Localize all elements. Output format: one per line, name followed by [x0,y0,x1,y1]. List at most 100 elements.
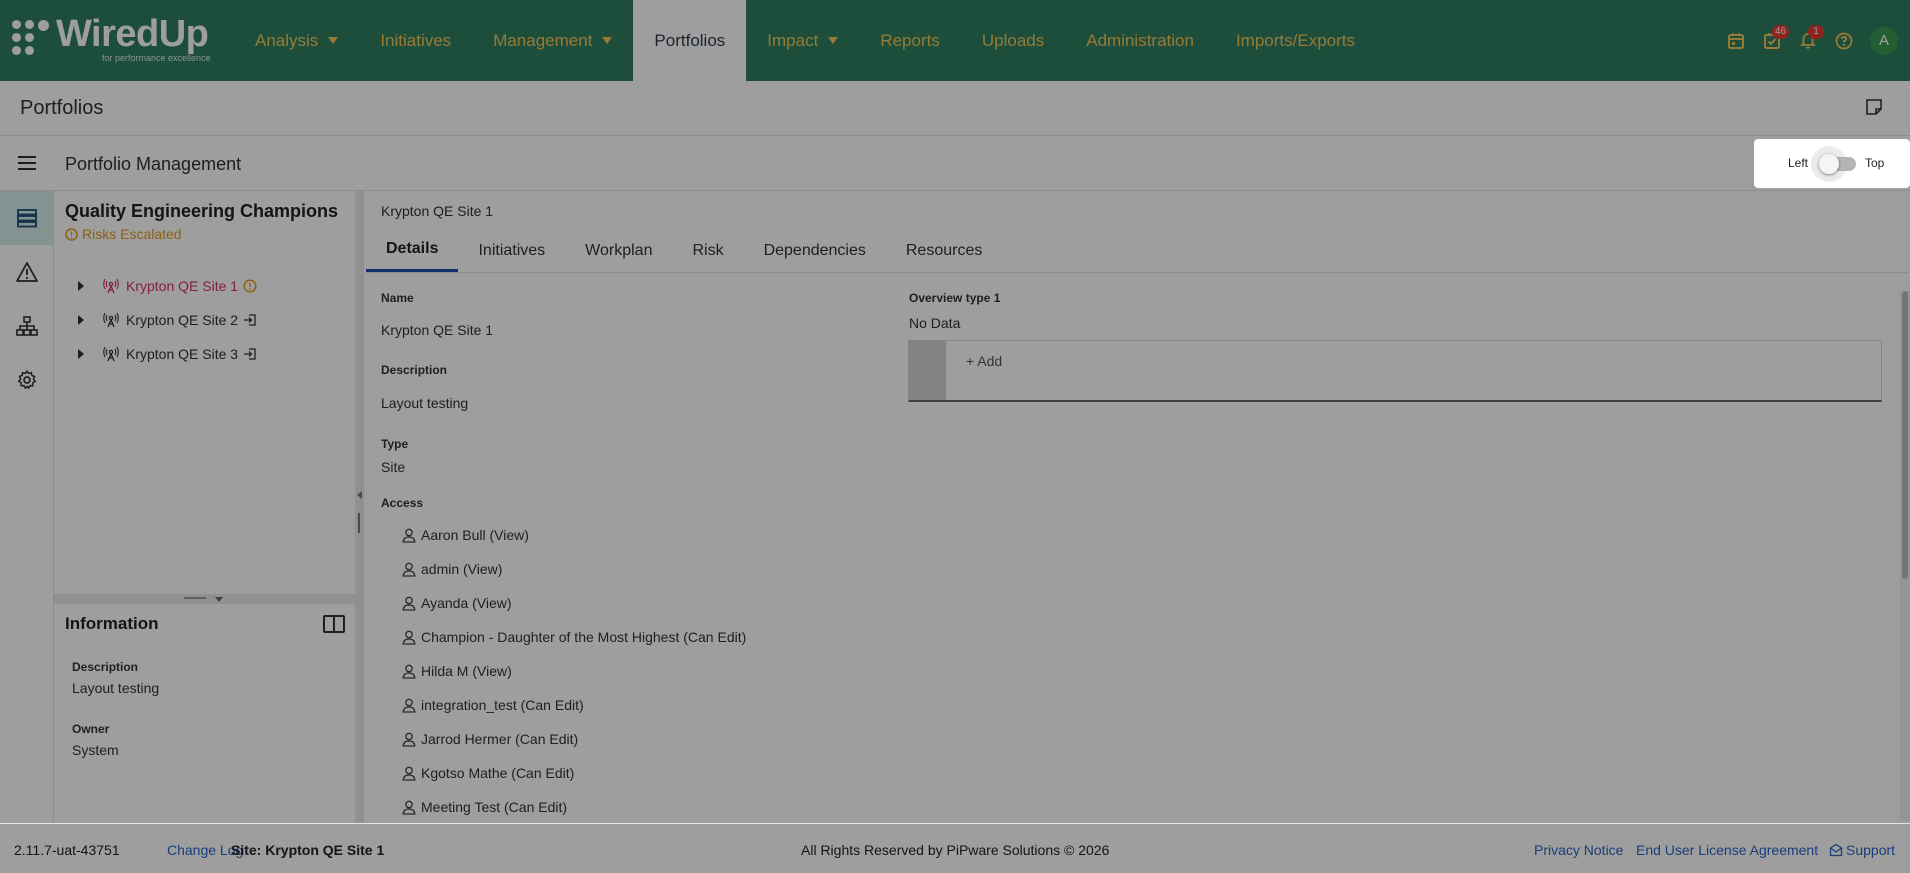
detail-tabs: Details Initiatives Workplan Risk Depend… [366,229,1002,272]
type-value: Site [381,459,406,475]
site-tower-icon [103,312,119,328]
rail-portfolio-button[interactable] [0,191,54,245]
logo-dots-icon [12,20,50,58]
info-description-value: Layout testing [72,680,160,696]
stack-list-icon [17,209,37,228]
nav-reports[interactable]: Reports [859,0,961,81]
user-icon [402,766,416,781]
expand-arrow-icon[interactable] [78,349,84,359]
panel-resize-handle[interactable] [54,594,355,604]
expand-arrow-icon[interactable] [78,315,84,325]
tree-root-title[interactable]: Quality Engineering Champions [65,201,338,222]
hamburger-line [18,156,36,158]
info-description-label: Description [72,660,139,674]
hamburger-line [18,168,36,170]
tab-initiatives[interactable]: Initiatives [458,229,565,272]
portfolio-tree-panel: Quality Engineering Champions Risks Esca… [54,191,355,594]
tasks-button[interactable]: 46 [1754,23,1790,59]
section-title: Portfolio Management [65,154,242,174]
footer-overlay [0,824,1910,873]
grip-icon [184,597,206,599]
user-icon [402,732,416,747]
nav-portfolios[interactable]: Portfolios [633,0,747,81]
top-icon-group: 46 1 A [1718,0,1910,81]
page-title: Portfolios [20,97,104,119]
name-label: Name [381,291,414,305]
expand-arrow-icon[interactable] [78,281,84,291]
page-header: Portfolios [0,81,1910,136]
wiredup-logo[interactable]: WiredUp for performance excellence [12,14,217,66]
user-icon [402,528,416,543]
nav-uploads[interactable]: Uploads [961,0,1065,81]
name-value: Krypton QE Site 1 [381,322,494,338]
tabs-divider [366,272,1908,273]
nav-administration-label: Administration [1086,30,1194,50]
nav-analysis[interactable]: Analysis [234,0,359,81]
layout-toggle-left-label: Left [1788,156,1809,170]
nav-administration[interactable]: Administration [1065,0,1215,81]
chevron-down-icon[interactable] [215,597,223,602]
tree-node-label: Krypton QE Site 1 [126,278,239,294]
site-tower-icon [103,346,119,362]
nav-management-label: Management [493,30,593,50]
login-icon [244,348,256,360]
help-button[interactable] [1826,23,1862,59]
access-item-label: Hilda M (View) [421,663,512,679]
calendar-button[interactable] [1718,23,1754,59]
detail-scrollbar[interactable] [1900,291,1910,821]
notifications-button[interactable]: 1 [1790,23,1826,59]
access-item: Ayanda (View) [402,593,512,613]
tab-risk[interactable]: Risk [672,229,743,272]
rail-hierarchy-button[interactable] [0,299,54,353]
user-icon [402,630,416,645]
nav-imports-exports[interactable]: Imports/Exports [1215,0,1376,81]
nav-analysis-label: Analysis [255,30,319,50]
access-item-label: integration_test (Can Edit) [421,697,584,713]
overview-add-button[interactable]: + Add [966,353,1002,369]
tab-dependencies[interactable]: Dependencies [744,229,886,272]
top-navbar: WiredUp for performance excellence Analy… [0,0,1910,81]
overview-add-box[interactable]: + Add [908,340,1882,402]
nav-reports-label: Reports [880,30,940,50]
rail-settings-button[interactable] [0,353,54,407]
tree-node-site-1[interactable]: Krypton QE Site 1 [78,269,257,303]
collapse-left-icon[interactable] [357,491,362,499]
nav-imports-exports-label: Imports/Exports [1235,30,1355,50]
help-icon [1835,32,1853,49]
nav-portfolios-label: Portfolios [654,30,726,50]
panel-layout-icon[interactable] [323,615,345,633]
access-item: Hilda M (View) [402,661,512,681]
overview-label: Overview type 1 [909,291,1001,305]
rail-risk-button[interactable] [0,245,54,299]
switch-knob[interactable] [1819,154,1839,174]
warning-circle-icon [243,279,257,293]
scrollbar-thumb[interactable] [1902,291,1908,579]
access-item-label: Meeting Test (Can Edit) [421,799,568,815]
description-value: Layout testing [381,395,469,411]
tree-node-site-2[interactable]: Krypton QE Site 2 [78,303,257,337]
notifications-count-badge: 1 [1808,24,1824,39]
user-icon [402,698,416,713]
hierarchy-icon [16,316,38,336]
menu-toggle-button[interactable] [18,153,38,171]
tasks-count-badge: 46 [1772,24,1790,39]
tab-workplan[interactable]: Workplan [565,229,672,272]
tree-node-label: Krypton QE Site 3 [126,346,239,362]
tab-details[interactable]: Details [366,229,459,272]
access-label: Access [381,496,424,510]
user-avatar[interactable]: A [1870,26,1898,55]
nav-initiatives-label: Initiatives [380,30,452,50]
tab-resources[interactable]: Resources [886,229,1002,272]
nav-impact[interactable]: Impact [746,0,859,81]
breadcrumb: Krypton QE Site 1 [381,203,494,219]
nav-management[interactable]: Management [472,0,633,81]
access-item-label: Ayanda (View) [421,595,512,611]
tree-node-site-3[interactable]: Krypton QE Site 3 [78,337,257,371]
access-item: Champion - Daughter of the Most Highest … [402,627,746,647]
access-item-label: admin (View) [421,561,503,577]
vertical-splitter[interactable] [355,191,364,823]
nav-impact-label: Impact [767,30,819,50]
user-icon [402,562,416,577]
sticky-note-button[interactable] [1864,97,1884,117]
nav-initiatives[interactable]: Initiatives [359,0,472,81]
